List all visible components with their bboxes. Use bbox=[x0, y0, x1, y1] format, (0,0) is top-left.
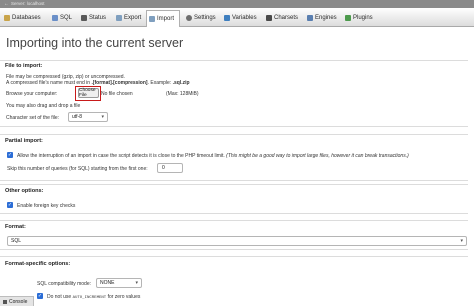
tab-engines[interactable]: Engines bbox=[305, 10, 337, 26]
charset-label: Character set of the file: bbox=[6, 115, 60, 121]
filename-example: .sql.zip bbox=[172, 80, 190, 86]
allow-interrupt-text: Allow the interruption of an import in c… bbox=[17, 153, 225, 159]
compat-mode-select[interactable]: NONE ▾ bbox=[96, 278, 142, 288]
tab-import[interactable]: Import bbox=[146, 10, 180, 27]
foreign-key-label: Enable foreign key checks bbox=[17, 203, 76, 209]
auto-increment-label: Do not use AUTO_INCREMENT for zero value… bbox=[47, 294, 140, 300]
section-heading: Partial import: bbox=[5, 138, 43, 144]
tab-label: Charsets bbox=[274, 15, 299, 21]
allow-interrupt-checkbox[interactable]: ✓ bbox=[7, 152, 13, 158]
section-heading: Format-specific options: bbox=[5, 261, 71, 267]
tab-label: Plugins bbox=[353, 15, 373, 21]
sql-icon bbox=[52, 15, 58, 21]
skip-queries-input[interactable]: 0 bbox=[157, 163, 183, 173]
section-heading: File to import: bbox=[5, 63, 43, 69]
charset-value: utf-8 bbox=[72, 114, 83, 120]
variables-icon bbox=[224, 15, 230, 21]
tab-charsets[interactable]: Charsets bbox=[264, 10, 298, 26]
tab-sql[interactable]: SQL bbox=[50, 10, 72, 26]
tab-label: Settings bbox=[194, 15, 216, 21]
tab-export[interactable]: Export bbox=[114, 10, 141, 26]
main-tab-bar: Databases SQL Status Export Import Setti… bbox=[0, 8, 474, 27]
tab-label: Status bbox=[89, 15, 107, 21]
status-icon bbox=[81, 15, 87, 21]
engines-icon bbox=[307, 15, 313, 21]
gear-icon bbox=[186, 15, 192, 21]
console-icon bbox=[3, 299, 7, 304]
auto-increment-code: AUTO_INCREMENT bbox=[72, 296, 107, 300]
tab-status[interactable]: Status bbox=[79, 10, 106, 26]
database-icon bbox=[4, 15, 10, 21]
page-title: Importing into the current server bbox=[6, 36, 184, 50]
max-upload-size: (Max: 128MiB) bbox=[166, 91, 199, 97]
section-heading: Format: bbox=[5, 224, 26, 230]
tab-plugins[interactable]: Plugins bbox=[343, 10, 373, 26]
allow-interrupt-label: Allow the interruption of an import in c… bbox=[17, 153, 409, 159]
section-heading: Other options: bbox=[5, 188, 44, 194]
tab-label: SQL bbox=[60, 15, 73, 21]
tab-label: Databases bbox=[12, 15, 41, 21]
console-label: Console bbox=[9, 298, 28, 305]
plugins-icon bbox=[345, 15, 351, 21]
drag-drop-note: You may also drag and drop a file bbox=[6, 103, 81, 109]
auto-increment-suffix: for zero values bbox=[106, 294, 141, 300]
browse-label: Browse your computer: bbox=[6, 91, 58, 97]
server-breadcrumb[interactable]: Server: localhost bbox=[11, 1, 45, 7]
auto-increment-prefix: Do not use bbox=[47, 294, 73, 300]
window-titlebar: ← Server: localhost bbox=[0, 0, 474, 8]
tab-label: Export bbox=[124, 15, 142, 21]
other-options-section: Other options: bbox=[0, 184, 468, 214]
chevron-down-icon: ▾ bbox=[101, 114, 104, 120]
no-file-chosen: No file chosen bbox=[101, 91, 133, 97]
filename-example-label: . Example: bbox=[147, 80, 173, 86]
tab-label: Import bbox=[157, 16, 175, 22]
tab-label: Engines bbox=[315, 15, 337, 21]
tab-databases[interactable]: Databases bbox=[2, 10, 41, 26]
tab-variables[interactable]: Variables bbox=[222, 10, 257, 26]
import-icon bbox=[149, 16, 155, 22]
format-select[interactable]: SQL ▾ bbox=[7, 236, 467, 246]
export-icon bbox=[116, 15, 122, 21]
console-button[interactable]: Console bbox=[0, 296, 34, 306]
chevron-down-icon: ▾ bbox=[460, 238, 463, 244]
tab-settings[interactable]: Settings bbox=[184, 10, 216, 26]
foreign-key-checkbox[interactable]: ✓ bbox=[7, 202, 13, 208]
choose-file-button[interactable]: Choose File bbox=[78, 88, 99, 98]
allow-interrupt-note: (This might be a good way to import larg… bbox=[226, 153, 409, 159]
format-value: SQL bbox=[11, 238, 22, 244]
auto-increment-checkbox[interactable]: ✓ bbox=[37, 293, 43, 299]
compat-mode-value: NONE bbox=[100, 280, 115, 286]
chevron-down-icon: ▾ bbox=[135, 280, 138, 286]
compat-mode-label: SQL compatibility mode: bbox=[37, 281, 92, 287]
charsets-icon bbox=[266, 15, 272, 21]
collapse-arrow-icon[interactable]: ← bbox=[4, 1, 9, 7]
tab-label: Variables bbox=[232, 15, 257, 21]
skip-queries-label: Skip this number of queries (for SQL) st… bbox=[7, 166, 148, 172]
charset-select[interactable]: utf-8 ▾ bbox=[68, 112, 108, 122]
